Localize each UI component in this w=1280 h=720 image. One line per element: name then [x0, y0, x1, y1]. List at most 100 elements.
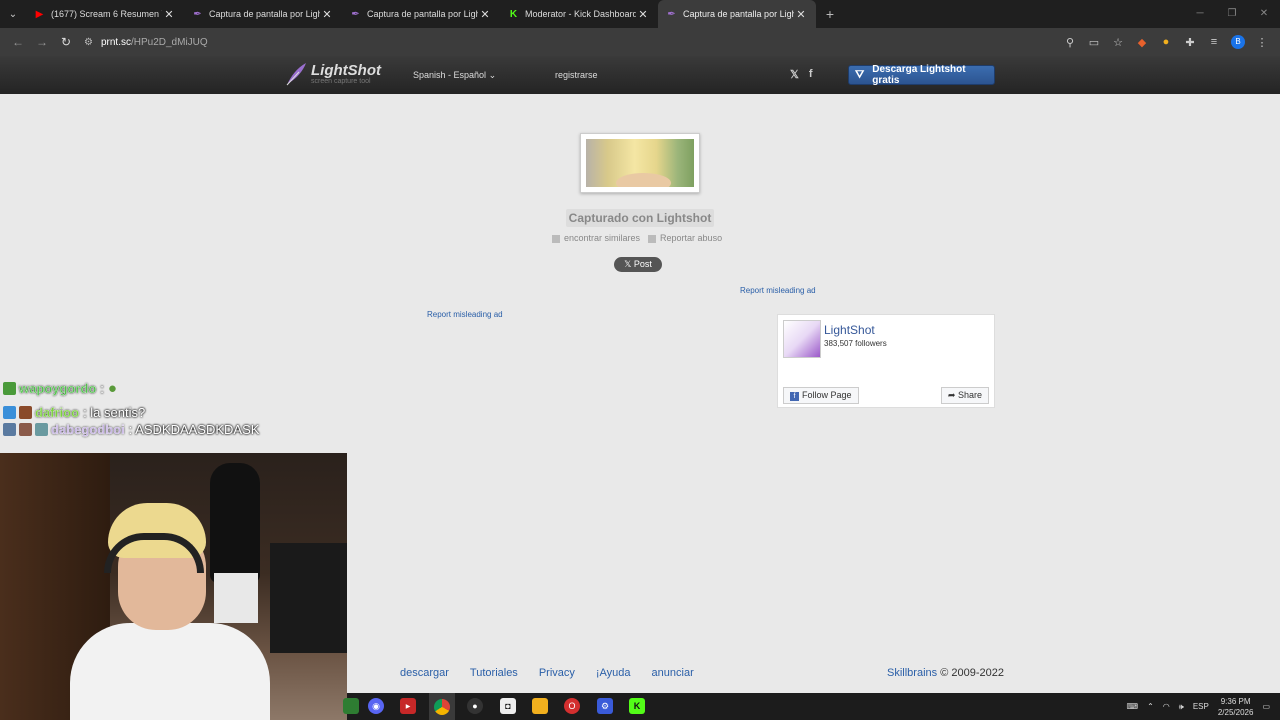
window-controls: ─ ❐ ✕ — [1184, 0, 1280, 28]
opera-icon[interactable]: O — [564, 698, 580, 714]
network-icon[interactable]: ◠ — [1163, 702, 1170, 711]
facebook-icon[interactable]: f — [809, 68, 813, 81]
lightshot-logo[interactable]: LightShot screen capture tool — [285, 62, 381, 86]
notification-icon[interactable]: ▭ — [1262, 702, 1270, 711]
volume-icon[interactable]: 🕪 — [1179, 702, 1184, 712]
mannequin — [210, 463, 260, 583]
site-info-icon[interactable]: ⚙ — [84, 37, 93, 48]
forward-icon[interactable]: → — [30, 35, 54, 49]
close-tab-icon[interactable]: ✕ — [794, 8, 808, 21]
obs-icon[interactable]: ● — [467, 698, 483, 714]
lightshot-header: LightShot screen capture tool Spanish - … — [0, 56, 1280, 94]
menu-kebab-icon[interactable]: ⋮ — [1250, 36, 1274, 49]
chat-username: dafrioo — [35, 405, 80, 420]
extension-fox-icon[interactable]: ◆ — [1130, 36, 1154, 49]
verified-badge-icon — [3, 423, 16, 436]
x-post-button[interactable]: 𝕏 Post — [614, 257, 662, 272]
share-button[interactable]: ➦ Share — [940, 387, 989, 404]
twitter-icon[interactable]: 𝕏 — [790, 68, 799, 81]
captured-label: Capturado con Lightshot — [566, 209, 714, 227]
language-indicator[interactable]: ESP — [1193, 702, 1209, 711]
language-select[interactable]: Spanish - Español ⌄ — [413, 70, 496, 81]
reload-icon[interactable]: ↻ — [54, 35, 78, 49]
kick-icon: K — [509, 8, 518, 20]
tab-0[interactable]: ▶ (1677) Scream 6 Resumen Y Ex ✕ — [26, 0, 184, 28]
bookmark-star-icon[interactable]: ☆ — [1106, 36, 1130, 49]
fb-followers: 383,507 followers — [824, 339, 887, 348]
file-explorer-icon[interactable] — [532, 698, 548, 714]
language-label: Spanish - Español — [413, 70, 487, 80]
keyboard-icon[interactable]: ⌨ — [1127, 702, 1139, 711]
restore-icon[interactable]: ❐ — [1216, 0, 1248, 28]
social-links: 𝕏 f — [790, 68, 813, 81]
gift-badge-icon — [3, 406, 16, 419]
webcam-feed — [0, 453, 347, 720]
clock-time: 9:36 PM — [1220, 696, 1251, 706]
tab-title: Captura de pantalla por Lightsh — [367, 9, 478, 19]
close-tab-icon[interactable]: ✕ — [478, 8, 492, 21]
copyright-text: © 2009-2022 — [940, 667, 1004, 679]
clock[interactable]: 9:36 PM 2/25/2026 — [1218, 696, 1254, 718]
tab-4[interactable]: ✒ Captura de pantalla por Lightsh ✕ — [658, 0, 816, 28]
discord-icon[interactable]: ◉ — [368, 698, 384, 714]
report-abuse-link[interactable]: Reportar abuso — [648, 233, 722, 243]
page-footer: descargar Tutoriales Privacy ¡Ayuda anun… — [347, 652, 1280, 693]
share-label: Share — [957, 390, 982, 400]
report-ad-link-right[interactable]: Report misleading ad — [740, 286, 816, 295]
reading-list-icon[interactable]: ≡ — [1202, 36, 1226, 48]
follow-label: Follow Page — [802, 390, 852, 400]
footer-link-tutorials[interactable]: Tutoriales — [470, 667, 518, 679]
tab-search-button[interactable]: ⌄ — [0, 0, 26, 28]
founder-badge-icon — [35, 423, 48, 436]
tab-1[interactable]: ✒ Captura de pantalla por Lightsh ✕ — [184, 0, 342, 28]
system-tray: ⌨ ⌃ ◠ 🕪 ESP 9:36 PM 2/25/2026 ▭ — [1127, 693, 1270, 720]
screenshot-image[interactable] — [586, 139, 694, 187]
register-link[interactable]: registrarse — [555, 70, 598, 80]
footer-link-help[interactable]: ¡Ayuda — [596, 667, 631, 679]
flag-icon — [648, 234, 657, 243]
screenshot-thumbnail[interactable] — [580, 133, 700, 193]
video-editor-icon[interactable]: ▶ — [400, 698, 416, 714]
chevron-down-icon: ⌄ — [488, 70, 497, 80]
close-window-icon[interactable]: ✕ — [1248, 0, 1280, 28]
spotify-icon[interactable] — [343, 698, 359, 714]
extension-color-icon[interactable]: ● — [1154, 36, 1178, 48]
report-ad-link-left[interactable]: Report misleading ad — [427, 310, 503, 319]
new-tab-button[interactable]: + — [816, 0, 844, 28]
tab-2[interactable]: ✒ Captura de pantalla por Lightsh ✕ — [342, 0, 500, 28]
cast-icon[interactable]: ▭ — [1082, 36, 1106, 49]
chat-message: wapoygordo : ● — [3, 380, 117, 397]
youtube-icon: ▶ — [35, 8, 44, 20]
kick-icon[interactable]: K — [629, 698, 645, 714]
footer-link-advertise[interactable]: anunciar — [652, 667, 694, 679]
download-button[interactable]: ⛛ Descarga Lightshot gratis — [848, 64, 995, 86]
chat-message: dafrioo : la sentis? — [3, 405, 145, 420]
share-icon: ➦ — [947, 390, 958, 400]
skillbrains-link[interactable]: Skillbrains — [887, 667, 937, 679]
browser-tab-strip: ⌄ ▶ (1677) Scream 6 Resumen Y Ex ✕ ✒ Cap… — [0, 0, 1280, 28]
profile-avatar[interactable]: B — [1231, 35, 1245, 49]
chat-username: wapoygordo — [19, 381, 97, 396]
follow-page-button[interactable]: f Follow Page — [783, 387, 859, 404]
tab-3[interactable]: K Moderator - Kick Dashboard ✕ — [500, 0, 658, 28]
tab-title: (1677) Scream 6 Resumen Y Ex — [51, 9, 162, 19]
app-icon[interactable]: ◘ — [500, 698, 516, 714]
close-tab-icon[interactable]: ✕ — [636, 8, 650, 21]
close-tab-icon[interactable]: ✕ — [320, 8, 334, 21]
close-tab-icon[interactable]: ✕ — [162, 8, 176, 21]
footer-link-privacy[interactable]: Privacy — [539, 667, 575, 679]
fb-page-name[interactable]: LightShot — [824, 323, 875, 337]
address-bar[interactable]: ⚙ prnt.sc/HPu2D_dMiJUQ — [84, 37, 1058, 48]
page-avatar[interactable] — [783, 320, 821, 358]
find-similar-link[interactable]: encontrar similares — [552, 233, 640, 243]
settings-app-icon[interactable]: ⚙ — [597, 698, 613, 714]
shorts — [214, 573, 258, 623]
zoom-icon[interactable]: ⚲ — [1058, 36, 1082, 49]
minimize-icon[interactable]: ─ — [1184, 0, 1216, 28]
extensions-puzzle-icon[interactable]: ✚ — [1178, 36, 1202, 49]
chat-message: dabegodboi : ASDKDAASDKDASK — [3, 422, 259, 437]
footer-link-download[interactable]: descargar — [400, 667, 449, 679]
chevron-up-icon[interactable]: ⌃ — [1147, 702, 1154, 711]
back-icon[interactable]: ← — [6, 35, 30, 49]
chrome-taskbar-button[interactable] — [429, 693, 455, 720]
